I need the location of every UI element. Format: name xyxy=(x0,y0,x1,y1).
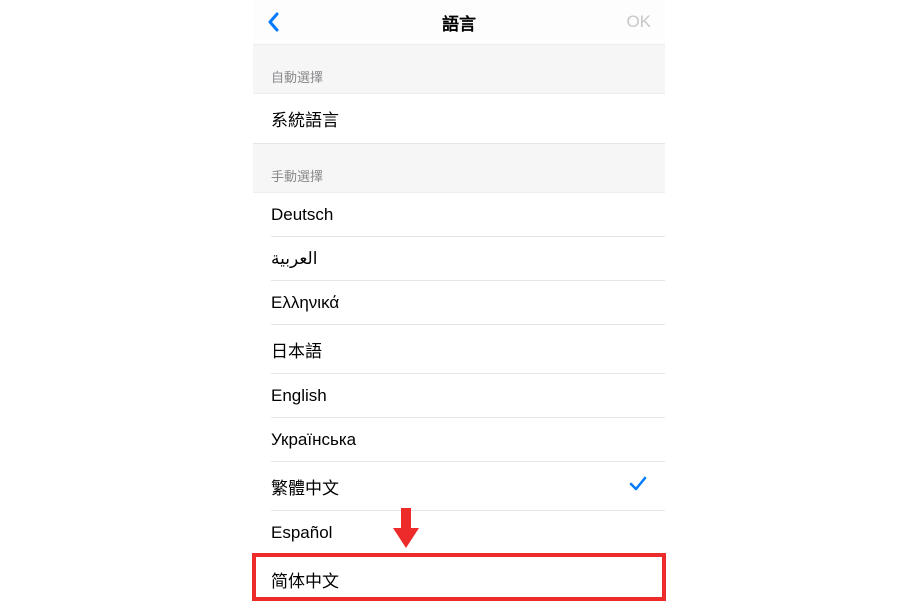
list-item-system-language[interactable]: 系統語言 xyxy=(253,94,665,143)
chevron-left-icon xyxy=(267,12,279,32)
section-header-auto: 自動選擇 xyxy=(253,45,665,94)
list-item-ukrainian[interactable]: Українська xyxy=(253,418,665,462)
list-item-deutsch[interactable]: Deutsch xyxy=(253,193,665,237)
list-item-label: Deutsch xyxy=(271,205,333,225)
page-title: 語言 xyxy=(442,10,476,35)
list-item-spanish[interactable]: Español xyxy=(253,511,665,555)
list-item-label: 简体中文 xyxy=(271,567,339,592)
ok-button[interactable]: OK xyxy=(626,12,651,32)
list-item-label: 繁體中文 xyxy=(271,474,339,499)
list-item-label: 日本語 xyxy=(271,337,322,362)
checkmark-icon xyxy=(629,475,647,499)
language-settings-panel: 語言 OK 自動選擇 系統語言 手動選擇 Deutsch العربية Ελλ… xyxy=(253,0,665,615)
section-header-manual: 手動選擇 xyxy=(253,144,665,193)
list-item-simplified-chinese[interactable]: 简体中文 xyxy=(253,555,665,604)
list-item-label: Español xyxy=(271,523,332,543)
list-item-label: English xyxy=(271,386,327,406)
back-button[interactable] xyxy=(267,7,297,37)
list-item-arabic[interactable]: العربية xyxy=(253,237,665,281)
list-item-japanese[interactable]: 日本語 xyxy=(253,325,665,374)
header-bar: 語言 OK xyxy=(253,0,665,45)
list-item-greek[interactable]: Ελληνικά xyxy=(253,281,665,325)
list-item-label: Ελληνικά xyxy=(271,293,339,313)
list-item-label: Українська xyxy=(271,430,356,450)
list-item-english[interactable]: English xyxy=(253,374,665,418)
list-item-traditional-chinese[interactable]: 繁體中文 xyxy=(253,462,665,511)
list-item-label: العربية xyxy=(271,249,317,269)
list-item-label: 系統語言 xyxy=(271,106,339,131)
